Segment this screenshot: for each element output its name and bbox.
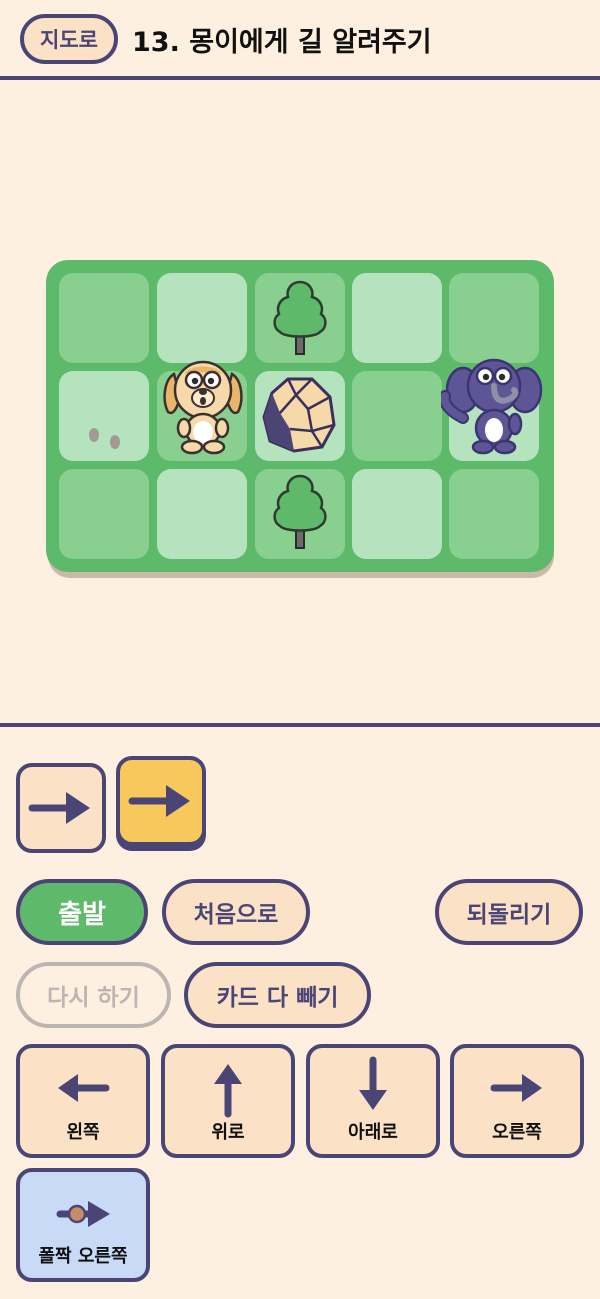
reset-button[interactable]: 처음으로: [162, 879, 310, 945]
arrow-left-icon: [58, 1074, 110, 1102]
arrow-down-icon: [359, 1056, 387, 1110]
hop-right-icon: [56, 1201, 110, 1227]
map-button[interactable]: 지도로: [20, 14, 118, 64]
arrow-up-icon: [214, 1064, 242, 1118]
arrow-right-icon: [128, 785, 190, 817]
tile: [157, 469, 247, 559]
tile: [352, 273, 442, 363]
dog-character: [163, 360, 243, 455]
tile: [157, 273, 247, 363]
arrow-right-icon: [490, 1074, 542, 1102]
footprints-icon: [89, 428, 120, 449]
tile: [59, 273, 149, 363]
right-label: 오른쪽: [492, 1122, 542, 1143]
arrow-right-icon: [28, 792, 90, 824]
left-label: 왼쪽: [66, 1122, 100, 1143]
tree-icon: [273, 474, 327, 549]
retry-button[interactable]: 다시 하기: [16, 962, 171, 1028]
header-bar: 지도로 13. 몽이에게 길 알려주기: [0, 0, 600, 80]
up-label: 위로: [211, 1122, 245, 1143]
up-card-button[interactable]: 위로: [161, 1044, 295, 1158]
right-card-button[interactable]: 오른쪽: [450, 1044, 584, 1158]
program-card[interactable]: [16, 763, 106, 853]
tree-icon: [273, 280, 327, 355]
page-title: 13. 몽이에게 길 알려주기: [132, 27, 432, 58]
clear-cards-button[interactable]: 카드 다 빼기: [184, 962, 371, 1028]
left-card-button[interactable]: 왼쪽: [16, 1044, 150, 1158]
hop-right-card-button[interactable]: 폴짝 오른쪽: [16, 1168, 150, 1282]
tile: [352, 371, 442, 461]
game-board: [46, 260, 554, 572]
down-label: 아래로: [348, 1122, 398, 1143]
panel-divider: [0, 723, 600, 727]
down-card-button[interactable]: 아래로: [306, 1044, 440, 1158]
tile: [449, 469, 539, 559]
undo-button[interactable]: 되돌리기: [435, 879, 583, 945]
program-card-selected[interactable]: [116, 756, 206, 846]
hop-right-label: 폴짝 오른쪽: [38, 1246, 128, 1267]
tile: [352, 469, 442, 559]
tile: [59, 469, 149, 559]
elephant-character: [441, 358, 543, 455]
rock-icon: [262, 377, 336, 453]
tile: [449, 273, 539, 363]
start-button[interactable]: 출발: [16, 879, 148, 945]
